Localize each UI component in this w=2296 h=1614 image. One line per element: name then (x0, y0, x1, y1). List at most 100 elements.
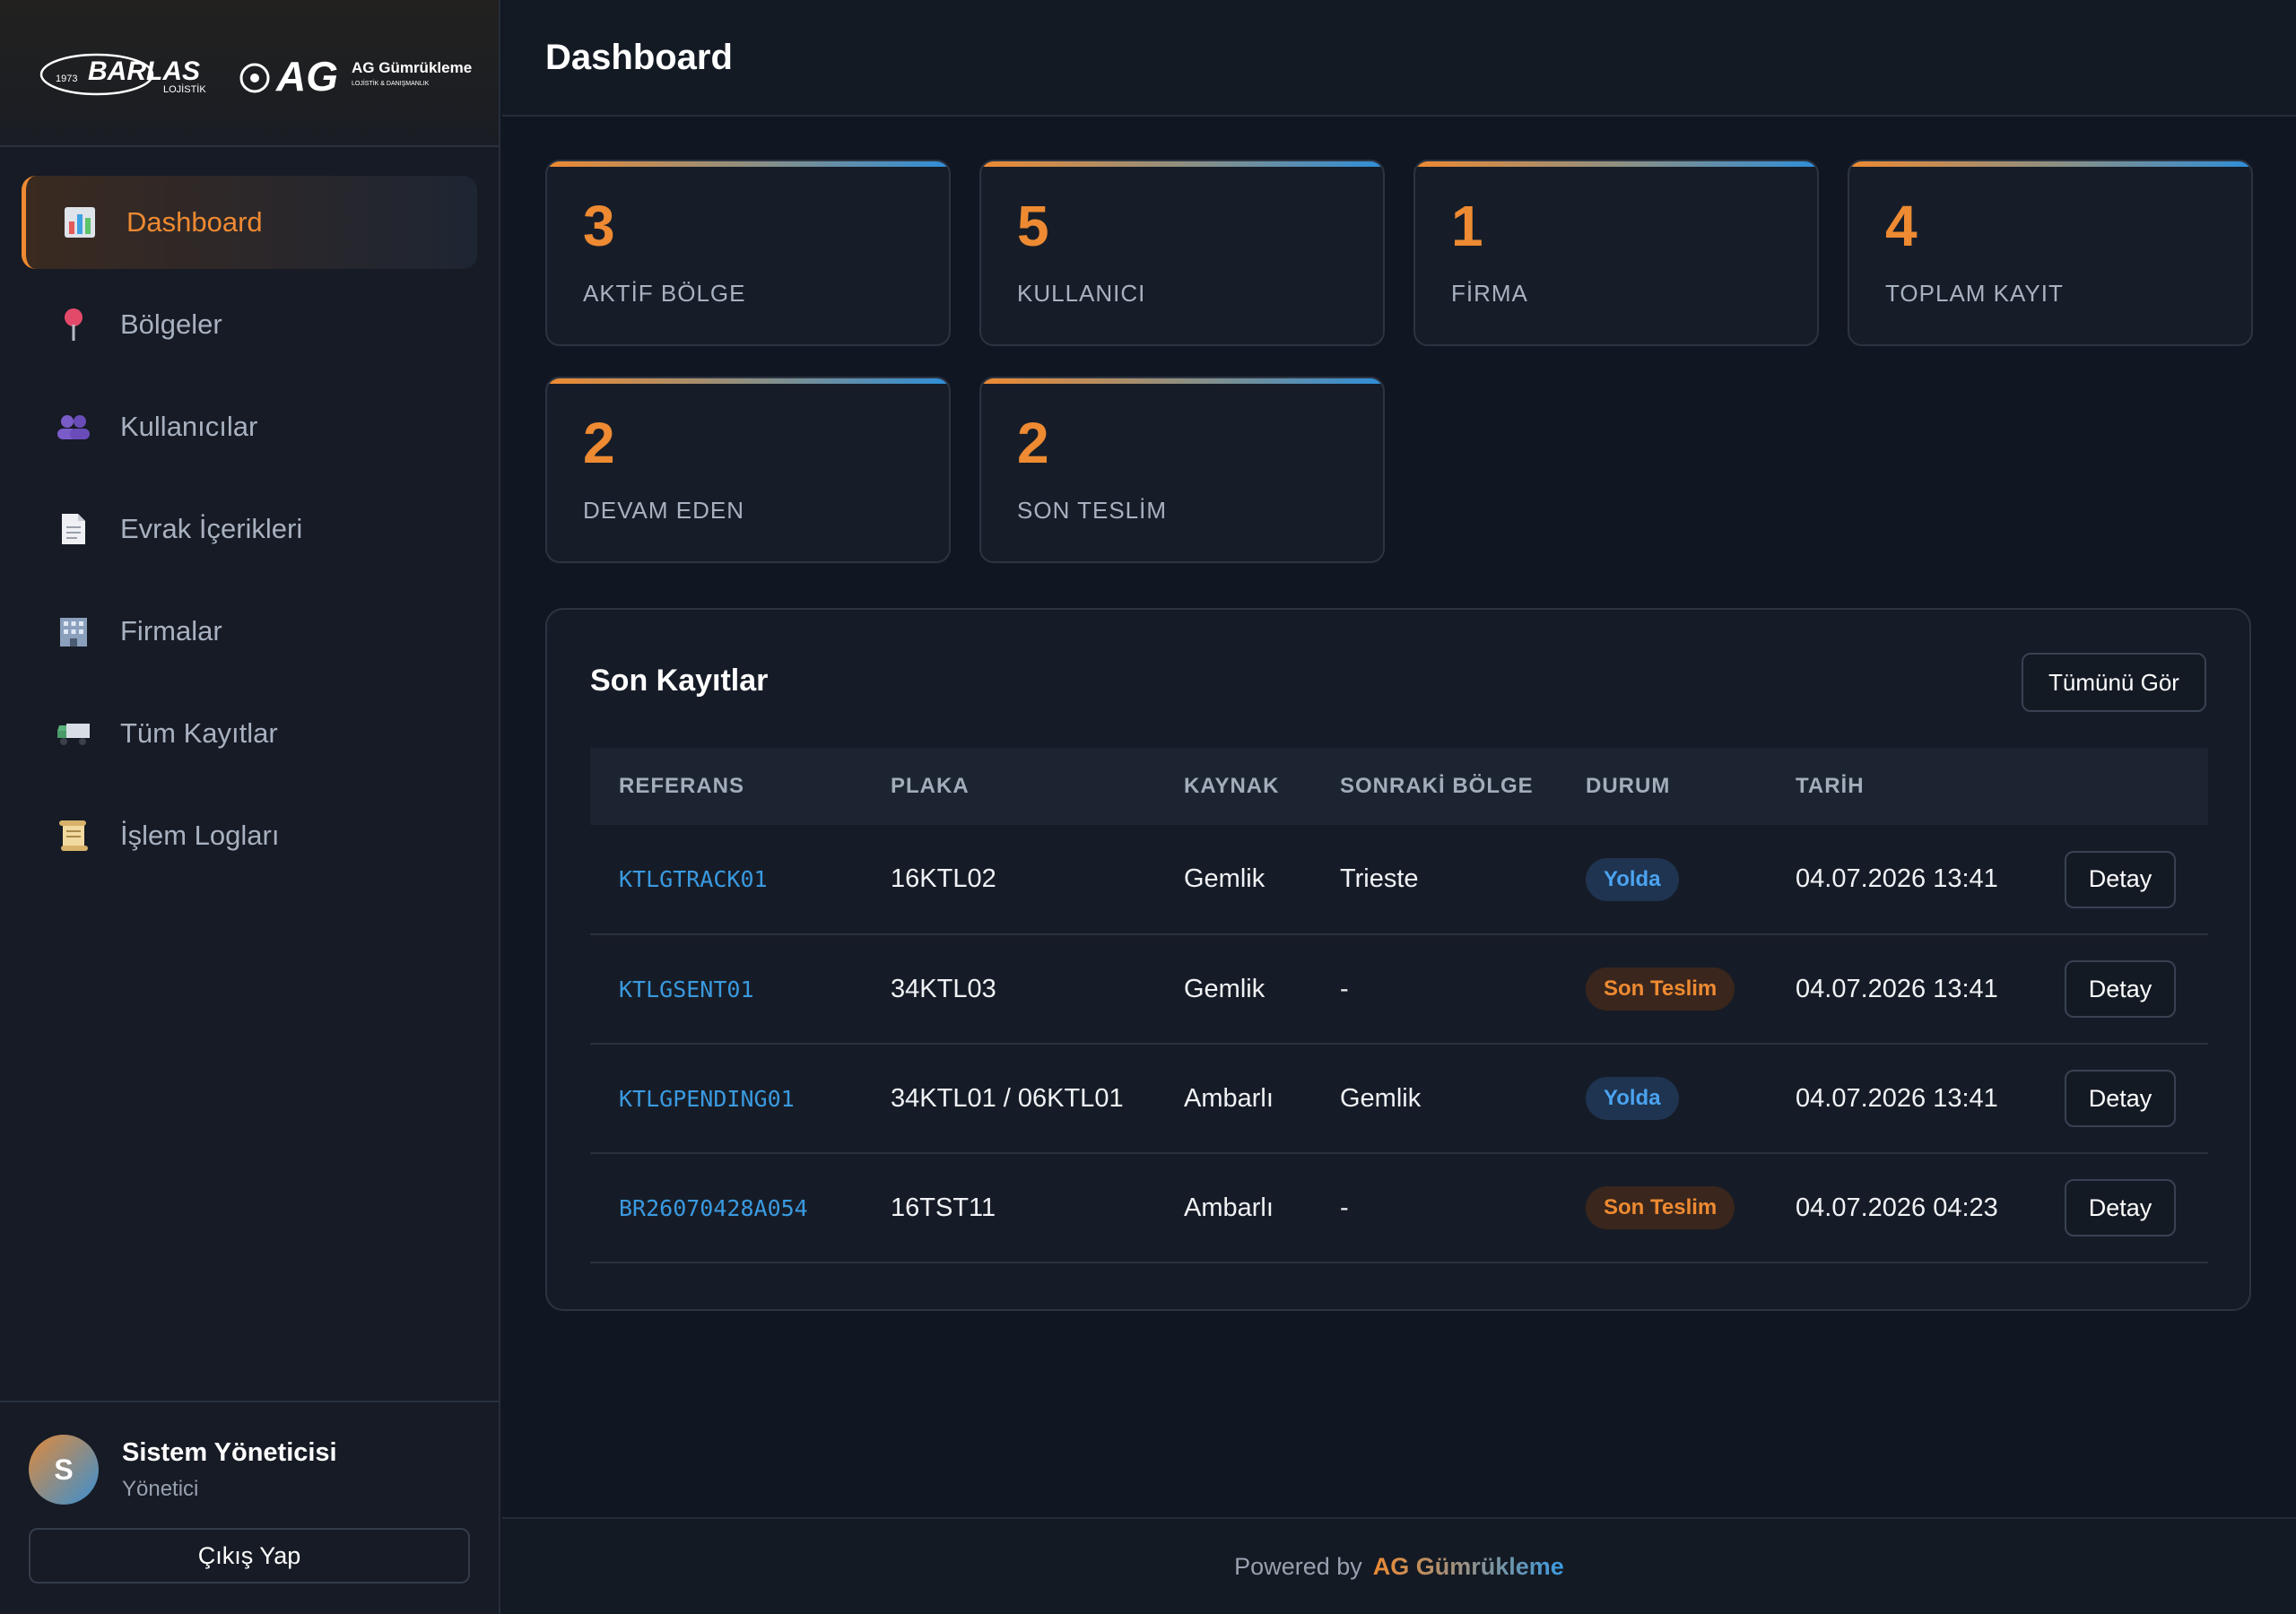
truck-icon (56, 716, 91, 751)
column-header-plaka[interactable]: PLAKA (862, 748, 1155, 825)
column-header-actions (2036, 748, 2208, 825)
sidebar: 1973 BARLAS LOJİSTİK AG AG Gümrükleme LO… (0, 0, 500, 1614)
stat-label: DEVAM EDEN (583, 497, 744, 524)
date-cell: 04.07.2026 13:41 (1796, 864, 1998, 893)
stat-label: SON TESLİM (1017, 497, 1168, 524)
reference-link[interactable]: KTLGTRACK01 (590, 825, 862, 934)
footer: Powered by AG Gümrükleme (502, 1517, 2296, 1614)
stat-value: 1 (1451, 194, 1483, 258)
user-name: Sistem Yöneticisi (122, 1437, 337, 1467)
table-row[interactable]: KTLGPENDING01 34KTL01 / 06KTL01 Ambarlı … (590, 1044, 2208, 1153)
action-cell: Detay (2036, 825, 2208, 934)
date-cell: 04.07.2026 13:41 (1796, 1083, 1998, 1113)
stat-value: 2 (583, 411, 615, 475)
scroll-icon (56, 818, 91, 854)
sidebar-item-label: Tüm Kayıtlar (120, 717, 278, 749)
user-panel: S Sistem Yöneticisi Yönetici Çıkış Yap (0, 1401, 499, 1614)
company-logo: 1973 BARLAS LOJİSTİK AG AG Gümrükleme LO… (39, 53, 472, 100)
records-table: REFERANS PLAKA KAYNAK SONRAKİ BÖLGE DURU… (590, 748, 2208, 1263)
stat-card-firma: 1 FİRMA (1413, 160, 1819, 346)
column-header-referans[interactable]: REFERANS (590, 748, 862, 825)
stat-label: FİRMA (1451, 280, 1528, 307)
sidebar-item-bolgeler[interactable]: Bölgeler (22, 278, 477, 371)
logo[interactable]: 1973 BARLAS LOJİSTİK AG AG Gümrükleme LO… (0, 0, 499, 147)
pin-icon (56, 307, 91, 343)
status-cell: Son Teslim (1557, 934, 1767, 1044)
action-cell: Detay (2036, 1153, 2208, 1263)
table-header-row: REFERANS PLAKA KAYNAK SONRAKİ BÖLGE DURU… (590, 748, 2208, 825)
sidebar-item-firmalar[interactable]: Firmalar (22, 585, 477, 678)
sidebar-nav: Dashboard Bölgeler Kullanıcılar Evrak İç… (0, 147, 499, 882)
logout-button[interactable]: Çıkış Yap (29, 1528, 470, 1584)
stat-card-aktif-bolge: 3 AKTİF BÖLGE (545, 160, 951, 346)
sidebar-item-label: Bölgeler (120, 308, 222, 340)
reference-link[interactable]: BR26070428A054 (590, 1153, 862, 1263)
footer-prefix: Powered by (1234, 1552, 1362, 1580)
stat-label: AKTİF BÖLGE (583, 280, 746, 307)
stat-value: 3 (583, 194, 615, 258)
building-icon (56, 613, 91, 649)
panel-title: Son Kayıtlar (590, 664, 769, 698)
svg-text:1973: 1973 (56, 74, 77, 84)
topbar: Dashboard (502, 0, 2296, 117)
page-title: Dashboard (545, 37, 733, 77)
table-row[interactable]: KTLGSENT01 34KTL03 Gemlik - Son Teslim 0… (590, 934, 2208, 1044)
sidebar-item-label: Evrak İçerikleri (120, 513, 303, 544)
plate-cell: 16KTL02 (891, 864, 996, 893)
sidebar-item-label: Firmalar (120, 615, 222, 646)
status-badge: Yolda (1586, 857, 1679, 901)
sidebar-item-islem-loglari[interactable]: İşlem Logları (22, 789, 477, 882)
reference-link[interactable]: KTLGPENDING01 (590, 1044, 862, 1153)
stat-card-devam-eden: 2 DEVAM EDEN (545, 377, 951, 563)
reference-link[interactable]: KTLGSENT01 (590, 934, 862, 1044)
detail-button[interactable]: Detay (2065, 960, 2176, 1018)
stat-card-son-teslim: 2 SON TESLİM (979, 377, 1385, 563)
next-region-cell: - (1340, 1193, 1349, 1222)
users-icon (56, 409, 91, 445)
sidebar-item-label: Kullanıcılar (120, 411, 258, 442)
sidebar-item-label: Dashboard (126, 206, 263, 238)
footer-brand-link[interactable]: AG Gümrükleme (1373, 1553, 1564, 1581)
bar-chart-icon (62, 204, 98, 240)
status-cell: Son Teslim (1557, 1153, 1767, 1263)
table-row[interactable]: KTLGTRACK01 16KTL02 Gemlik Trieste Yolda… (590, 825, 2208, 934)
source-cell: Gemlik (1184, 864, 1265, 893)
status-badge: Son Teslim (1586, 968, 1735, 1011)
status-badge: Son Teslim (1586, 1186, 1735, 1229)
table-row[interactable]: BR26070428A054 16TST11 Ambarlı - Son Tes… (590, 1153, 2208, 1263)
column-header-tarih[interactable]: TARİH (1767, 748, 2036, 825)
sidebar-item-dashboard[interactable]: Dashboard (22, 176, 477, 269)
stat-card-toplam-kayit: 4 TOPLAM KAYIT (1848, 160, 2253, 346)
stat-value: 4 (1885, 194, 1918, 258)
plate-cell: 34KTL01 / 06KTL01 (891, 1083, 1124, 1113)
stat-value: 2 (1017, 411, 1049, 475)
detail-button[interactable]: Detay (2065, 1070, 2176, 1127)
svg-text:AG Gümrükleme: AG Gümrükleme (352, 59, 472, 76)
column-header-durum[interactable]: DURUM (1557, 748, 1767, 825)
avatar: S (29, 1435, 99, 1505)
detail-button[interactable]: Detay (2065, 1179, 2176, 1237)
plate-cell: 16TST11 (891, 1193, 996, 1222)
action-cell: Detay (2036, 1044, 2208, 1153)
recent-records-panel: Son Kayıtlar Tümünü Gör REFERANS PLAKA K… (545, 608, 2251, 1311)
stat-label: KULLANICI (1017, 280, 1146, 307)
sidebar-item-evrak[interactable]: Evrak İçerikleri (22, 482, 477, 576)
svg-text:LOJİSTİK & DANIŞMANLIK: LOJİSTİK & DANIŞMANLIK (352, 79, 430, 87)
status-cell: Yolda (1557, 825, 1767, 934)
svg-text:BARLAS: BARLAS (88, 56, 200, 86)
source-cell: Gemlik (1184, 974, 1265, 1003)
stat-label: TOPLAM KAYIT (1885, 280, 2064, 307)
column-header-sonraki-bolge[interactable]: SONRAKİ BÖLGE (1311, 748, 1557, 825)
status-badge: Yolda (1586, 1077, 1679, 1120)
sidebar-item-kullanicilar[interactable]: Kullanıcılar (22, 380, 477, 473)
view-all-button[interactable]: Tümünü Gör (2022, 653, 2206, 712)
date-cell: 04.07.2026 13:41 (1796, 974, 1998, 1003)
stat-card-kullanici: 5 KULLANICI (979, 160, 1385, 346)
sidebar-item-tum-kayitlar[interactable]: Tüm Kayıtlar (22, 687, 477, 780)
column-header-kaynak[interactable]: KAYNAK (1155, 748, 1311, 825)
source-cell: Ambarlı (1184, 1083, 1274, 1113)
status-cell: Yolda (1557, 1044, 1767, 1153)
detail-button[interactable]: Detay (2065, 850, 2176, 908)
action-cell: Detay (2036, 934, 2208, 1044)
next-region-cell: Gemlik (1340, 1083, 1422, 1113)
